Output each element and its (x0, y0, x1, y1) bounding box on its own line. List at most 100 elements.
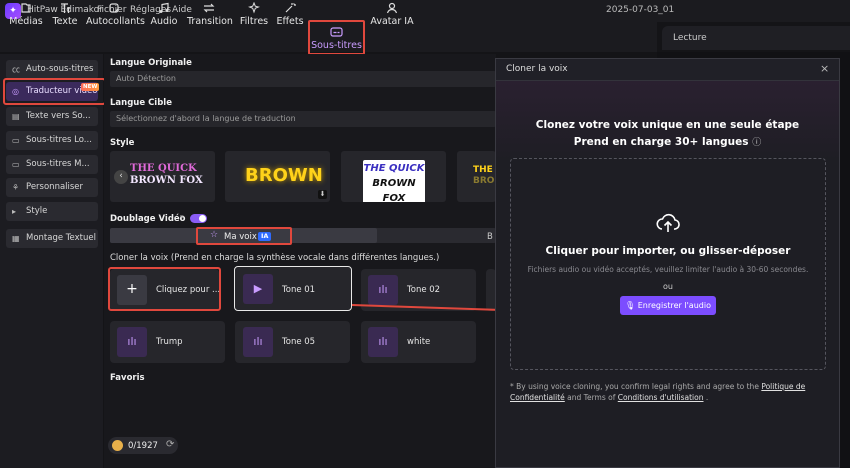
style-card-3[interactable]: THE QUICK BROWN FOX (341, 151, 446, 202)
upload-dropzone[interactable] (510, 158, 826, 370)
style-card-4-line2: BRO (473, 176, 495, 186)
disclaimer-and: and Terms of (567, 393, 616, 402)
sidebar-item-label: Montage Textuel (26, 233, 96, 243)
ma-voix-highlight-box (196, 227, 292, 245)
sidebar-item-montage-textuel[interactable]: ▦ Montage Textuel (6, 229, 98, 248)
tab-texte[interactable]: Texte (50, 0, 80, 30)
waveform-icon: ılı (243, 327, 273, 357)
doublage-dropdown-icon[interactable]: ▾ (180, 213, 184, 221)
style-card-1-line2: BROWN FOX (130, 175, 203, 186)
tab-medias[interactable]: Médias (8, 0, 44, 30)
text-to-speech-icon: ▤ (12, 112, 20, 121)
caret-right-icon: ▸ (12, 207, 17, 216)
tab-autocollants-label: Autocollants (86, 16, 145, 27)
voice-card-label: Tone 02 (407, 285, 441, 295)
or-label: ou (663, 282, 673, 291)
tab-avatar-ia[interactable]: Avatar IA (370, 0, 414, 30)
style-card-2[interactable]: BROWN ⬇ (225, 151, 330, 202)
waveform-icon: ılı (368, 275, 398, 305)
new-badge: NEW (81, 83, 100, 91)
style-card-3-line2: BROWN FOX (372, 178, 416, 202)
upload-hint: Fichiers audio ou vidéo acceptés, veuill… (527, 265, 809, 274)
music-icon (148, 2, 180, 16)
sidebar-item-label: Style (26, 206, 48, 216)
subtitle-local-icon: ▭ (12, 136, 20, 145)
langue-cible-select[interactable]: Sélectionnez d'abord la langue de traduc… (110, 111, 496, 127)
voice-card-label: Tone 05 (282, 337, 316, 347)
sidebar-item-label: Sous-titres M... (26, 159, 90, 169)
langue-originale-select[interactable]: Auto Détection (110, 71, 496, 87)
doublage-label: Doublage Vidéo (110, 214, 186, 224)
filter-icon (238, 1, 270, 16)
tab-sous-titres[interactable]: Sous-titres (308, 20, 365, 55)
sidebar-item-sous-titres-lo[interactable]: ▭ Sous-titres Lo... (6, 131, 98, 150)
tab-autocollants[interactable]: Autocollants (86, 0, 145, 30)
tab-audio[interactable]: Audio (148, 0, 180, 30)
tab-sous-titres-label: Sous-titres (311, 40, 362, 51)
subtitle-multi-icon: ▭ (12, 160, 20, 169)
record-audio-label: Enregistrer l'audio (637, 301, 711, 310)
project-title: 2025-07-03_01 (606, 5, 675, 15)
add-voice-highlight-box (108, 267, 221, 311)
dialog-subheading: Prend en charge 30+ langues (573, 136, 749, 148)
sidebar-item-texte-vers-son[interactable]: ▤ Texte vers So... (6, 107, 98, 126)
sidebar-item-auto-sous-titres[interactable]: ㏄ Auto-sous-titres (6, 60, 98, 79)
waveform-icon: ılı (368, 327, 398, 357)
dialog-heading: Clonez votre voix unique en une seule ét… (535, 119, 800, 131)
style-card-2-text: BROWN (245, 165, 323, 186)
style-card-1-line1: THE QUICK (130, 163, 197, 174)
tab-texte-label: Texte (52, 16, 78, 27)
text-icon (50, 2, 80, 16)
sidebar-item-personnaliser[interactable]: ⚘ Personnaliser (6, 178, 98, 197)
favoris-label: Favoris (110, 373, 145, 383)
waveform-icon: ılı (117, 327, 147, 357)
tab-audio-label: Audio (150, 16, 178, 27)
langue-cible-label: Langue Cible (110, 98, 172, 108)
disclaimer: * By using voice cloning, you confirm le… (510, 381, 830, 403)
sidebar-item-sous-titres-m[interactable]: ▭ Sous-titres M... (6, 155, 98, 174)
voice-card-label: Trump (156, 337, 183, 347)
coin-icon (112, 440, 123, 451)
cloner-voix-label: Cloner la voix (Prend en charge la synth… (110, 253, 440, 263)
avatar-icon (370, 2, 414, 16)
tab-filtres[interactable]: Filtres (238, 0, 270, 30)
style-prev-button[interactable]: ‹ (114, 170, 128, 184)
dialog-subheading-row: Prend en charge 30+ langues ⓘ (496, 135, 839, 148)
tab-avatar-ia-label: Avatar IA (370, 16, 414, 27)
refresh-icon[interactable]: ⟳ (166, 439, 174, 450)
effects-icon (276, 2, 304, 16)
cc-icon: ㏄ (12, 65, 20, 74)
style-card-3-line1: THE QUICK (363, 163, 425, 174)
terms-link[interactable]: Conditions d'utilisation (618, 393, 704, 402)
sidebar-item-label: Personnaliser (26, 182, 84, 192)
text-edit-icon: ▦ (12, 234, 20, 243)
tone-01-selected-outline (234, 266, 352, 311)
tab-transition-label: Transition (187, 16, 233, 27)
upload-title: Cliquer pour importer, ou glisser-dépose… (545, 245, 791, 257)
tab-filtres-label: Filtres (239, 16, 269, 27)
tab-medias-label: Médias (9, 16, 43, 27)
tab-effets-label: Effets (276, 16, 304, 27)
disclaimer-end: . (705, 393, 709, 402)
tab-transition[interactable]: Transition (187, 0, 233, 30)
langue-originale-label: Langue Originale (110, 58, 192, 68)
doublage-toggle-knob (199, 215, 206, 222)
media-icon (8, 2, 44, 16)
close-icon[interactable]: × (820, 62, 829, 75)
transition-icon (187, 2, 231, 16)
dialog-title: Cloner la voix (506, 64, 568, 74)
tab-other-label[interactable]: B (487, 232, 493, 242)
style-card-4[interactable]: THE BRO (457, 151, 496, 202)
info-icon[interactable]: ⓘ (752, 138, 761, 148)
record-audio-button[interactable]: 🎙 Enregistrer l'audio (620, 296, 716, 315)
sidebar-item-style[interactable]: ▸ Style (6, 202, 98, 221)
credits-count: 0/1927 (128, 441, 158, 451)
subtitles-icon (310, 26, 363, 40)
sticker-icon (86, 2, 142, 16)
microphone-icon: 🎙 (625, 301, 636, 310)
download-icon[interactable]: ⬇ (318, 190, 327, 199)
disclaimer-text: * By using voice cloning, you confirm le… (510, 382, 759, 391)
tab-effets[interactable]: Effets (276, 0, 304, 30)
sidebar-item-label: Texte vers So... (26, 111, 91, 121)
preview-tab-label: Lecture (673, 33, 707, 43)
